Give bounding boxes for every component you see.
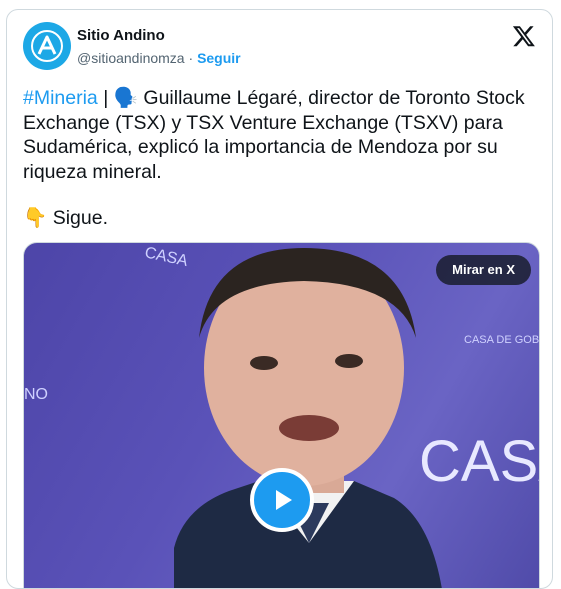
separator: · <box>188 50 194 66</box>
author-names: Sitio Andino @sitioandinomza · Seguir <box>77 26 241 68</box>
right-eye <box>335 354 363 368</box>
bg-text-right: CASA DE GOBIERNO <box>464 334 539 346</box>
play-icon <box>276 490 292 510</box>
sigue-line: 👇 Sigue. <box>23 206 108 230</box>
pointing-down-emoji: 👇 <box>23 207 48 229</box>
x-logo-icon[interactable] <box>512 24 536 48</box>
speaking-head-emoji: 🗣️ <box>113 87 138 109</box>
pipe: | <box>97 87 114 109</box>
bg-text-top: CASA <box>143 244 189 270</box>
mouth <box>279 415 339 441</box>
separator-dot: · <box>189 50 198 66</box>
tweet-card: Sitio Andino @sitioandinomza · Seguir #M… <box>6 9 553 589</box>
video-thumbnail[interactable]: CASA NO CASA DE GOBIERNO CASA Mirar en X <box>23 242 540 588</box>
follow-button[interactable]: Seguir <box>197 50 241 66</box>
video-frame: CASA NO CASA DE GOBIERNO CASA <box>24 244 539 588</box>
watch-on-x-button[interactable]: Mirar en X <box>436 255 531 285</box>
bg-text-left: NO <box>24 386 48 403</box>
sitio-andino-logo-icon <box>31 30 63 62</box>
play-button[interactable] <box>250 468 314 532</box>
left-eye <box>250 356 278 370</box>
bg-text-casa: CASA <box>419 429 539 494</box>
author-display-name[interactable]: Sitio Andino <box>77 26 241 46</box>
author-handle-row: @sitioandinomza · Seguir <box>77 48 241 68</box>
tweet-text: #Mineria | 🗣️ Guillaume Légaré, director… <box>23 86 538 184</box>
author-handle[interactable]: @sitioandinomza <box>77 50 185 66</box>
avatar[interactable] <box>23 22 71 70</box>
sigue-text: Sigue. <box>47 207 108 229</box>
tweet-header: Sitio Andino @sitioandinomza · Seguir <box>23 22 536 72</box>
hashtag-link[interactable]: #Mineria <box>23 87 98 109</box>
